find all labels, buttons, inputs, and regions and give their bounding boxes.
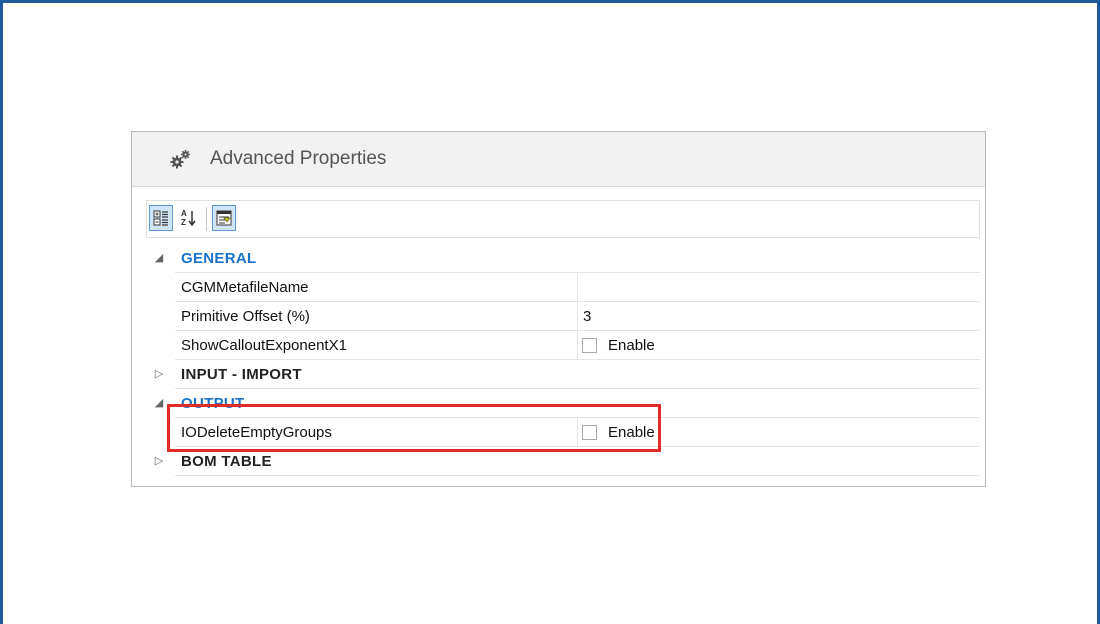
toolbar-separator xyxy=(206,207,207,231)
panel-header: Advanced Properties xyxy=(132,132,985,187)
category-label: GENERAL xyxy=(181,250,257,267)
categorized-icon xyxy=(153,210,168,226)
expanded-triangle-icon[interactable]: ◢ xyxy=(154,253,164,264)
alphabetical-sort-button[interactable]: A Z xyxy=(177,205,201,231)
category-label: INPUT - IMPORT xyxy=(181,366,302,383)
gears-icon xyxy=(170,149,192,169)
svg-text:Z: Z xyxy=(181,218,186,227)
property-row-cgm-metafile-name[interactable]: CGMMetafileName xyxy=(146,273,980,302)
property-name: Primitive Offset (%) xyxy=(181,308,310,325)
property-grid-toolbar: A Z xyxy=(146,200,980,238)
svg-text:A: A xyxy=(181,209,187,218)
categorized-view-button[interactable] xyxy=(149,205,173,231)
property-pages-button[interactable] xyxy=(212,205,236,231)
collapsed-triangle-icon[interactable]: ▷ xyxy=(154,456,164,467)
property-name: ShowCalloutExponentX1 xyxy=(181,337,347,354)
property-row-primitive-offset[interactable]: Primitive Offset (%) 3 xyxy=(146,302,980,331)
category-input-import[interactable]: ▷ INPUT - IMPORT xyxy=(146,360,980,389)
property-name: CGMMetafileName xyxy=(181,279,309,296)
enable-checkbox[interactable] xyxy=(582,338,597,353)
panel-title: Advanced Properties xyxy=(210,148,387,169)
category-general[interactable]: ◢ GENERAL xyxy=(146,244,980,273)
property-pages-icon xyxy=(216,210,232,226)
property-row-show-callout-exponent[interactable]: ShowCalloutExponentX1 Enable xyxy=(146,331,980,360)
checkbox-label: Enable xyxy=(608,337,655,354)
expanded-triangle-icon[interactable]: ◢ xyxy=(154,398,164,409)
property-value[interactable]: 3 xyxy=(583,308,591,325)
category-label: BOM TABLE xyxy=(181,453,272,470)
sort-az-icon: A Z xyxy=(181,209,196,227)
collapsed-triangle-icon[interactable]: ▷ xyxy=(154,369,164,380)
annotation-highlight-box xyxy=(167,404,661,452)
